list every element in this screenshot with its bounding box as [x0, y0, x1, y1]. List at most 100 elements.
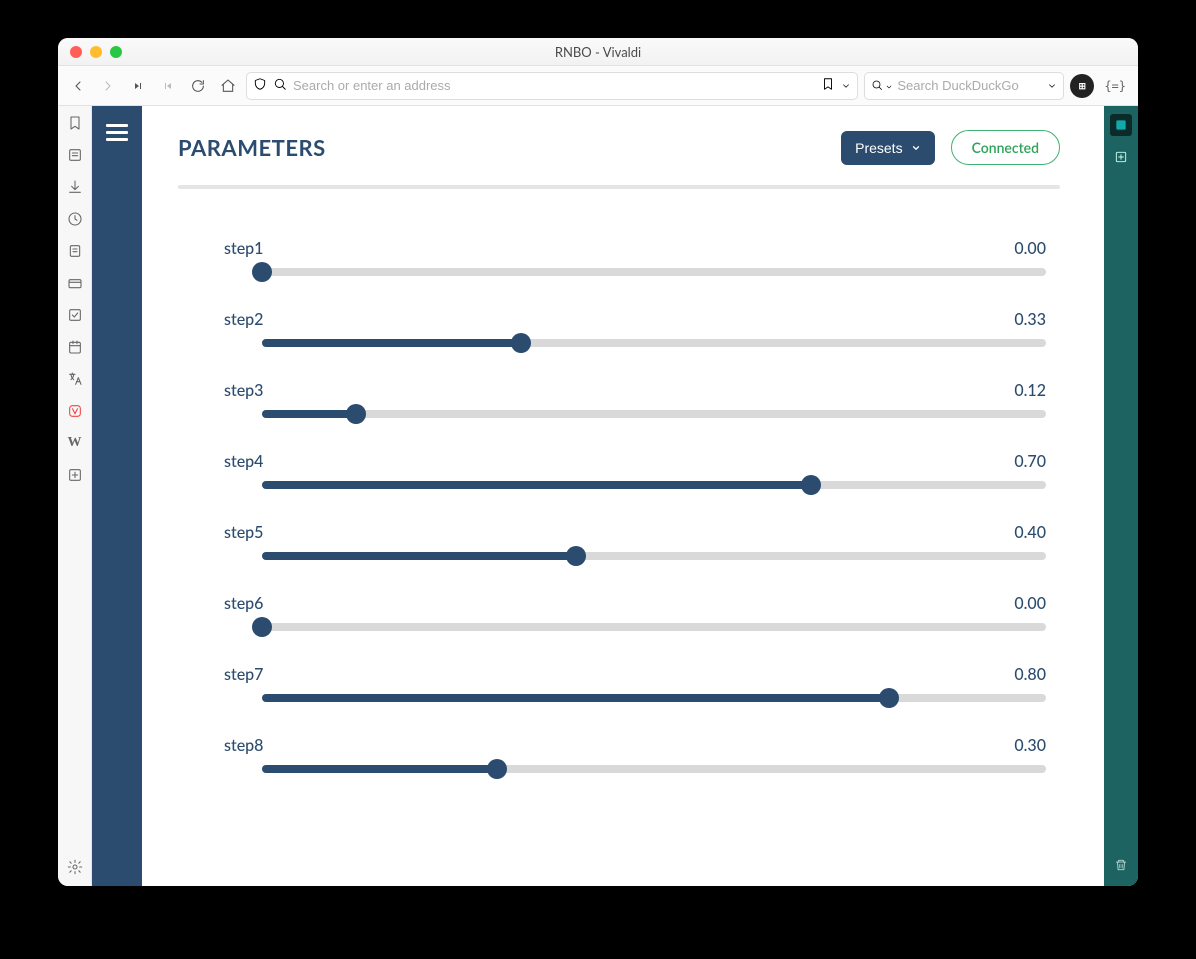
fast-forward-button[interactable]	[156, 74, 180, 98]
slider[interactable]	[262, 694, 1046, 702]
presets-button[interactable]: Presets	[841, 131, 934, 165]
address-bar[interactable]	[246, 72, 858, 100]
slider-thumb[interactable]	[879, 688, 899, 708]
notes-icon[interactable]	[66, 242, 84, 260]
slider[interactable]	[262, 339, 1046, 347]
slider-thumb[interactable]	[566, 546, 586, 566]
param-header: step5 0.40	[224, 523, 1046, 542]
extensions-button[interactable]: {=}	[1100, 79, 1130, 93]
param-value: 0.33	[1014, 310, 1046, 329]
home-button[interactable]	[216, 74, 240, 98]
slider-thumb[interactable]	[487, 759, 507, 779]
param-row: step70.80	[224, 665, 1046, 702]
content-header: PARAMETERS Presets Connected	[178, 130, 1060, 165]
param-name: step1	[224, 239, 263, 258]
shield-icon	[253, 76, 267, 95]
forward-button[interactable]	[96, 74, 120, 98]
slider-thumb[interactable]	[511, 333, 531, 353]
settings-icon[interactable]	[66, 858, 84, 876]
slider[interactable]	[262, 552, 1046, 560]
vivaldi-icon[interactable]	[66, 402, 84, 420]
downloads-icon[interactable]	[66, 178, 84, 196]
reading-list-icon[interactable]	[66, 146, 84, 164]
slider-fill	[262, 552, 576, 560]
param-value: 0.80	[1014, 665, 1046, 684]
wikipedia-icon[interactable]: W	[66, 434, 84, 452]
param-row: step6 0.00	[224, 594, 1046, 631]
traffic-lights	[58, 46, 122, 58]
param-name: step6	[224, 594, 263, 613]
param-row: step5 0.40	[224, 523, 1046, 560]
slider[interactable]	[262, 765, 1046, 773]
search-input[interactable]	[897, 78, 1043, 93]
slider-thumb[interactable]	[252, 617, 272, 637]
body-area: W PARAMETERS Presets Connected step1 0.00…	[58, 106, 1138, 886]
slider[interactable]	[262, 410, 1046, 418]
chevron-down-icon[interactable]	[885, 76, 893, 95]
param-name: step4	[224, 452, 263, 471]
connection-status: Connected	[951, 130, 1060, 165]
param-row: step1 0.00	[224, 239, 1046, 276]
slider-thumb[interactable]	[346, 404, 366, 424]
slider-fill	[262, 481, 811, 489]
wallet-icon[interactable]	[66, 274, 84, 292]
bookmarks-icon[interactable]	[66, 114, 84, 132]
slider-thumb[interactable]	[801, 475, 821, 495]
param-header: step40.70	[224, 452, 1046, 471]
browser-toolbar: ⊞ {=}	[58, 66, 1138, 106]
address-input[interactable]	[293, 78, 815, 93]
search-engine-icon[interactable]	[871, 76, 883, 95]
minimize-window-button[interactable]	[90, 46, 102, 58]
browser-window: RNBO - Vivaldi	[58, 38, 1138, 886]
slider[interactable]	[262, 623, 1046, 631]
titlebar: RNBO - Vivaldi	[58, 38, 1138, 66]
history-icon[interactable]	[66, 210, 84, 228]
divider	[178, 185, 1060, 189]
rewind-button[interactable]	[126, 74, 150, 98]
page-title: PARAMETERS	[178, 134, 326, 161]
menu-button[interactable]	[106, 120, 128, 145]
slider-fill	[262, 410, 356, 418]
param-value: 0.00	[1014, 239, 1046, 258]
right-panel	[1104, 106, 1138, 886]
param-value: 0.30	[1014, 736, 1046, 755]
slider[interactable]	[262, 481, 1046, 489]
back-button[interactable]	[66, 74, 90, 98]
calendar-icon[interactable]	[66, 338, 84, 356]
app-sidebar	[92, 106, 142, 886]
tasks-icon[interactable]	[66, 306, 84, 324]
param-header: step8 0.30	[224, 736, 1046, 755]
content-area: PARAMETERS Presets Connected step10.00st…	[142, 106, 1104, 886]
param-value: 0.40	[1014, 523, 1046, 542]
close-window-button[interactable]	[70, 46, 82, 58]
zoom-window-button[interactable]	[110, 46, 122, 58]
bookmark-icon[interactable]	[821, 76, 835, 95]
trash-icon[interactable]	[1110, 854, 1132, 876]
param-header: step3 0.12	[224, 381, 1046, 400]
add-tile-icon[interactable]	[1110, 146, 1132, 168]
webtools-icon[interactable]	[1110, 114, 1132, 136]
search-bar[interactable]	[864, 72, 1064, 100]
param-name: step5	[224, 523, 263, 542]
profile-avatar[interactable]: ⊞	[1070, 74, 1094, 98]
param-name: step3	[224, 381, 263, 400]
chevron-down-icon[interactable]	[1047, 76, 1057, 95]
translate-icon[interactable]	[66, 370, 84, 388]
param-row: step40.70	[224, 452, 1046, 489]
slider-fill	[262, 765, 497, 773]
param-header: step20.33	[224, 310, 1046, 329]
slider[interactable]	[262, 268, 1046, 276]
search-icon	[273, 76, 287, 95]
param-value: 0.12	[1014, 381, 1046, 400]
param-value: 0.00	[1014, 594, 1046, 613]
param-header: step6 0.00	[224, 594, 1046, 613]
parameters-list: step10.00step20.33step30.12step40.70step…	[178, 239, 1060, 773]
slider-thumb[interactable]	[252, 262, 272, 282]
param-name: step8	[224, 736, 263, 755]
reload-button[interactable]	[186, 74, 210, 98]
window-title: RNBO - Vivaldi	[58, 44, 1138, 60]
slider-fill	[262, 339, 521, 347]
chevron-down-icon	[911, 143, 921, 153]
chevron-down-icon[interactable]	[841, 76, 851, 95]
add-panel-icon[interactable]	[66, 466, 84, 484]
